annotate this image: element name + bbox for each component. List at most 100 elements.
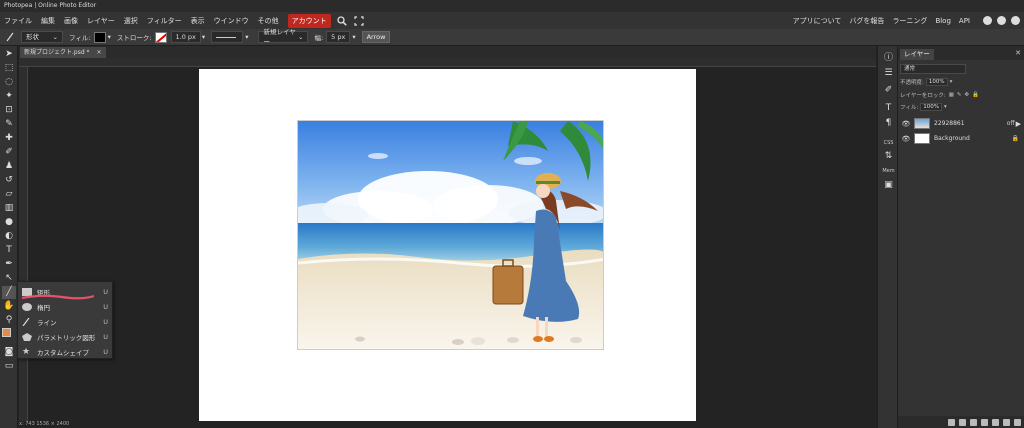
menu-more[interactable]: その他 [258, 16, 279, 26]
info-icon[interactable]: ⓘ [881, 52, 896, 65]
chevron-down-icon[interactable]: ▾ [108, 33, 111, 41]
chevron-down-icon[interactable]: ▾ [950, 79, 953, 85]
pen-tool-icon[interactable]: ✒ [2, 258, 16, 271]
eraser-tool-icon[interactable]: ▱ [2, 188, 16, 201]
css-panel-label[interactable]: CSS [879, 140, 898, 146]
menu-window[interactable]: ウインドウ [214, 16, 249, 26]
facebook-icon[interactable] [1011, 16, 1020, 25]
lock-transparency-icon[interactable]: ▦ [949, 92, 954, 98]
gradient-tool-icon[interactable]: ▥ [2, 202, 16, 215]
lasso-tool-icon[interactable]: ◌ [2, 76, 16, 89]
layer-target-select[interactable]: 新規レイヤー ⌄ [258, 28, 309, 46]
adjustment-icon[interactable] [970, 418, 977, 426]
screen-mode-icon[interactable]: ▭ [2, 360, 16, 373]
twitter-icon[interactable] [997, 16, 1006, 25]
menu-api[interactable]: API [959, 17, 970, 25]
blur-tool-icon[interactable]: ● [2, 216, 16, 229]
blend-mode-select[interactable]: 通常 [900, 64, 966, 74]
character-icon[interactable]: T [881, 102, 896, 115]
flyout-item-ellipse[interactable]: 楕円 U [18, 299, 114, 314]
menu-learning[interactable]: ラーニング [892, 16, 927, 26]
zoom-tool-icon[interactable]: ⚲ [2, 314, 16, 327]
lock-all-icon[interactable]: 🔒 [972, 92, 979, 98]
arrow-button[interactable]: Arrow [361, 31, 391, 43]
new-layer-icon[interactable] [1003, 418, 1010, 426]
menu-layer[interactable]: レイヤー [87, 16, 115, 26]
shape-mode-select[interactable]: 形状 ⌄ [21, 31, 63, 43]
document-tab[interactable]: 新規プロジェクト.psd * ✕ [20, 47, 106, 58]
foreground-color-swatch[interactable] [2, 328, 11, 337]
dodge-tool-icon[interactable]: ◐ [2, 230, 16, 243]
stroke-size-input[interactable]: 1.0 px [170, 31, 201, 43]
healing-tool-icon[interactable]: ✚ [2, 132, 16, 145]
layers-tab[interactable]: レイヤー [900, 49, 934, 60]
flyout-item-custom-shape[interactable]: ★ カスタムシェイプ U [18, 344, 114, 359]
paragraph-icon[interactable]: ¶ [881, 117, 896, 130]
marquee-tool-icon[interactable]: ⬚ [2, 62, 16, 75]
magic-wand-tool-icon[interactable]: ✦ [2, 90, 16, 103]
adjust-icon[interactable]: ⇅ [881, 150, 896, 163]
menu-about[interactable]: アプリについて [793, 16, 842, 26]
flyout-item-line[interactable]: ライン U [18, 314, 114, 329]
chevron-right-icon[interactable]: ▶ [1016, 120, 1021, 128]
layer-row[interactable]: 👁 22928861 off ▶ [898, 116, 1024, 131]
lock-position-icon[interactable]: ✥ [965, 92, 970, 98]
menu-view[interactable]: 表示 [191, 16, 205, 26]
clone-stamp-tool-icon[interactable]: ♟ [2, 160, 16, 173]
width-input[interactable]: 5 px [326, 31, 351, 43]
close-icon[interactable]: ✕ [1015, 49, 1021, 57]
chevron-down-icon[interactable]: ▾ [352, 33, 355, 41]
fill-input[interactable]: 100% [920, 103, 942, 111]
eyedropper-tool-icon[interactable]: ✎ [2, 118, 16, 131]
path-select-tool-icon[interactable]: ↖ [2, 272, 16, 285]
stroke-size-value: 1.0 px [175, 33, 196, 41]
menu-report-bug[interactable]: バグを報告 [849, 16, 884, 26]
link-icon[interactable] [948, 418, 955, 426]
mask-icon[interactable] [981, 418, 988, 426]
brush-settings-icon[interactable]: ✐ [881, 84, 896, 97]
chevron-down-icon[interactable]: ▾ [245, 33, 248, 41]
menu-edit[interactable]: 編集 [41, 16, 55, 26]
menu-image[interactable]: 画像 [64, 16, 78, 26]
ellipse-icon [22, 302, 32, 311]
menu-file[interactable]: ファイル [4, 16, 32, 26]
beach-illustration[interactable] [297, 120, 604, 350]
menu-select[interactable]: 選択 [124, 16, 138, 26]
quick-mask-icon[interactable]: ◙ [2, 346, 16, 359]
chevron-down-icon[interactable]: ▾ [944, 104, 947, 110]
history-brush-tool-icon[interactable]: ↺ [2, 174, 16, 187]
menu-bar: ファイル 編集 画像 レイヤー 選択 フィルター 表示 ウインドウ その他 アカ… [0, 12, 1024, 29]
flyout-item-parametric[interactable]: パラメトリック図形 U [18, 329, 114, 344]
layer-row[interactable]: 👁 Background 🔒 [898, 131, 1024, 146]
image-icon[interactable]: ▣ [881, 179, 896, 192]
line-tool-icon[interactable]: ╱ [2, 286, 16, 299]
menu-filter[interactable]: フィルター [147, 16, 182, 26]
menu-blog[interactable]: Blog [935, 17, 950, 25]
stroke-style-select[interactable] [211, 31, 244, 43]
chevron-down-icon[interactable]: ▾ [202, 33, 205, 41]
search-icon[interactable] [337, 15, 347, 26]
eye-icon[interactable]: 👁 [901, 135, 911, 143]
app-title-bar: Photopea | Online Photo Editor [0, 0, 1024, 12]
folder-icon[interactable] [992, 418, 999, 426]
effects-icon[interactable] [959, 418, 966, 426]
trash-icon[interactable] [1014, 418, 1021, 426]
type-tool-icon[interactable]: T [2, 244, 16, 257]
brush-tool-icon[interactable]: ✐ [2, 146, 16, 159]
mem-panel-label[interactable]: Mem [879, 168, 898, 174]
reddit-icon[interactable] [983, 16, 992, 25]
account-button[interactable]: アカウント [287, 13, 331, 28]
lock-paint-icon[interactable]: ✎ [957, 92, 962, 98]
opacity-input[interactable]: 100% [925, 78, 948, 86]
flyout-item-label: ライン [37, 318, 57, 327]
hand-tool-icon[interactable]: ✋ [2, 300, 16, 313]
stroke-color-swatch[interactable] [154, 31, 167, 43]
fullscreen-icon[interactable] [354, 15, 364, 26]
move-tool-icon[interactable]: ➤ [2, 48, 16, 61]
layer-thumbnail [914, 118, 930, 129]
close-icon[interactable]: ✕ [96, 49, 101, 56]
crop-tool-icon[interactable]: ⊡ [2, 104, 16, 117]
eye-icon[interactable]: 👁 [901, 120, 911, 128]
properties-icon[interactable]: ☰ [881, 67, 896, 80]
fill-color-swatch[interactable] [93, 31, 106, 43]
